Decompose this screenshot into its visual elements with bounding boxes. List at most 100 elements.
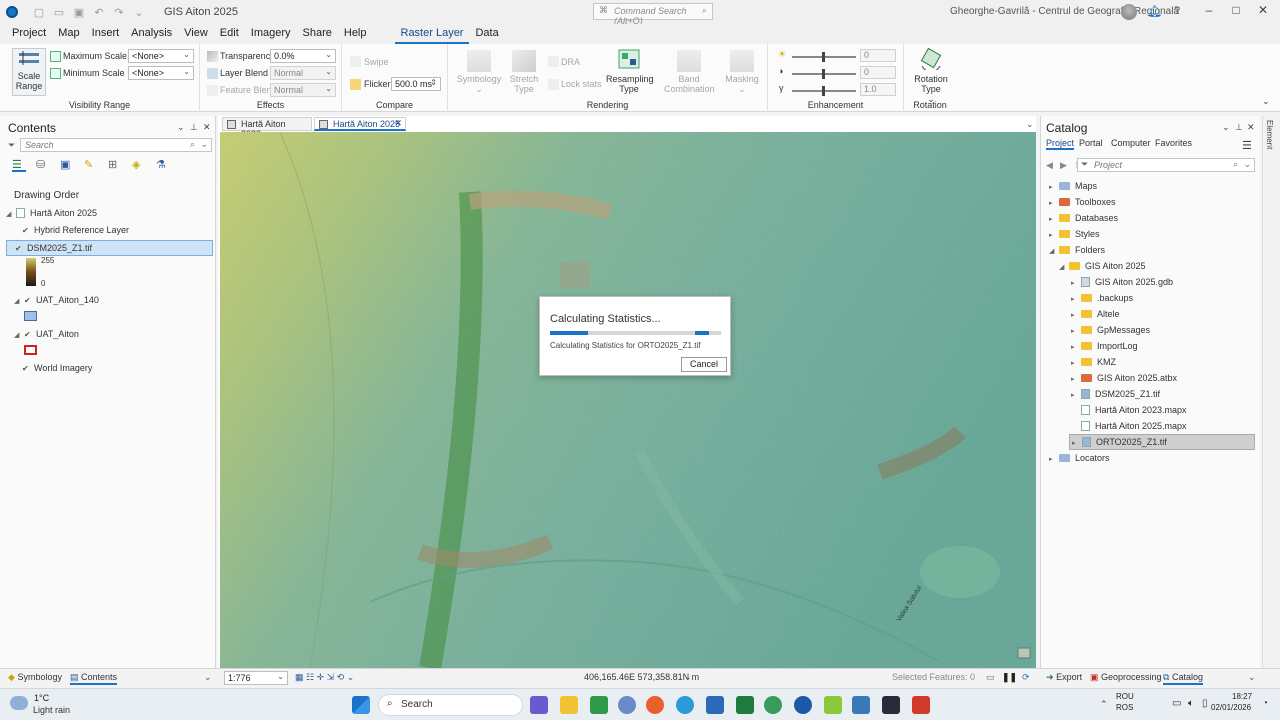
pin-icon[interactable]: ⊥ [190, 122, 198, 133]
transparency-input[interactable]: 0.0% ⌄ [270, 49, 336, 63]
catalog-item-toolboxes[interactable]: ▸ Toolboxes [1049, 197, 1116, 207]
show-hidden-icons[interactable]: ⌃ [1100, 699, 1108, 710]
filter-icon[interactable]: ⏷ [8, 140, 15, 151]
export-pane-tab[interactable]: ➜ Export [1046, 672, 1082, 683]
start-button-icon[interactable] [352, 696, 370, 714]
refresh-icon[interactable]: ⟳ [1022, 672, 1030, 683]
undo-icon[interactable]: ↶ [92, 6, 106, 19]
close-button[interactable]: ✕ [1253, 3, 1273, 17]
resampling-type-button[interactable]: Resampling Type [606, 48, 654, 94]
dra-button[interactable]: DRA [561, 57, 580, 67]
rotation-type-button[interactable]: Rotation Type ⌄ [910, 47, 952, 104]
word-icon[interactable] [706, 696, 724, 714]
contrast-slider[interactable] [792, 69, 856, 79]
brightness-slider-handle[interactable] [822, 52, 825, 62]
feature-blend-dropdown[interactable]: Normal ⌄ [270, 83, 336, 97]
selected-features-count[interactable]: Selected Features: 0 [892, 672, 975, 682]
contents-search-input[interactable]: Search ⌕ ⌄ [20, 138, 212, 152]
visibility-checkbox[interactable]: ✔ [24, 297, 32, 305]
list-by-perspective-imagery-icon[interactable]: ⚗ [156, 158, 170, 172]
teams-icon[interactable] [530, 696, 548, 714]
visibility-checkbox[interactable]: ✔ [24, 331, 32, 339]
menu-view[interactable]: View [178, 24, 214, 44]
flicker-rate-input[interactable]: 500.0 ms ⇕ [391, 77, 441, 91]
expand-icon[interactable]: ▸ [1049, 231, 1057, 239]
catalog-item-gpmessages[interactable]: ▸ GpMessages [1071, 325, 1150, 335]
collapse-icon[interactable]: ◢ [1059, 263, 1067, 271]
contrast-input[interactable]: 0 [860, 66, 896, 79]
weather-description[interactable]: Light rain [33, 705, 70, 715]
catalog-pane-tab[interactable]: ⧉ Catalog [1163, 672, 1203, 685]
catalog-item-maps[interactable]: ▸ Maps [1049, 181, 1097, 191]
coordinate-units-dropdown-icon[interactable]: ⌄ [684, 672, 692, 683]
menu-analysis[interactable]: Analysis [125, 24, 178, 44]
expand-icon[interactable]: ▸ [1071, 311, 1079, 319]
collapse-ribbon-icon[interactable]: ⌄ [1262, 96, 1270, 107]
network-icon[interactable]: ▭ [1172, 698, 1181, 709]
catalog-item-gdb[interactable]: ▸ GIS Aiton 2025.gdb [1071, 277, 1173, 287]
file-explorer-icon[interactable] [560, 696, 578, 714]
map-overlay-icon[interactable] [1017, 647, 1031, 659]
app-icon[interactable] [590, 696, 608, 714]
catalog-item-importlog[interactable]: ▸ ImportLog [1071, 341, 1138, 351]
collapse-icon[interactable]: ◢ [14, 297, 22, 305]
volume-icon[interactable]: 🔈︎ [1188, 698, 1194, 709]
list-by-data-source-icon[interactable]: ⛁ [36, 158, 50, 172]
catalog-item-backups[interactable]: ▸ .backups [1071, 293, 1133, 303]
map-scale-dropdown[interactable]: 1:776 ⌄ [224, 671, 288, 685]
visibility-checkbox[interactable]: ✔ [22, 365, 30, 373]
visibility-checkbox[interactable]: ✔ [22, 227, 30, 235]
battery-icon[interactable]: ▯ [1202, 698, 1208, 709]
filter-icon[interactable]: ▭ [986, 672, 995, 683]
catalog-item-orto-selected[interactable]: ▸ ORTO2025_Z1.tif [1069, 434, 1255, 450]
pane-switcher-icon[interactable]: ⌄ [1248, 672, 1256, 683]
gamma-input[interactable]: 1.0 [860, 83, 896, 96]
list-by-snapping-icon[interactable]: ⊞ [108, 158, 122, 172]
contents-pane-tab[interactable]: ▤ Contents [70, 672, 118, 685]
close-pane-icon[interactable]: ✕ [203, 122, 211, 133]
app-icon[interactable] [618, 696, 636, 714]
redo-icon[interactable]: ↷ [112, 6, 126, 19]
catalog-item-altele[interactable]: ▸ Altele [1071, 309, 1120, 319]
expand-icon[interactable]: ▸ [1071, 295, 1079, 303]
expand-icon[interactable]: ▸ [1049, 199, 1057, 207]
search-options-icon[interactable]: ⌄ [200, 139, 208, 150]
swipe-button[interactable]: Swipe [364, 57, 389, 67]
search-options-icon[interactable]: ⌄ [1243, 159, 1251, 170]
catalog-item-styles[interactable]: ▸ Styles [1049, 229, 1100, 239]
app-icon[interactable] [912, 696, 930, 714]
terminal-icon[interactable] [882, 696, 900, 714]
menu-insert[interactable]: Insert [86, 24, 126, 44]
tab-map-2023[interactable]: Hartă Aiton 2023 [222, 117, 312, 139]
pause-drawing-icon[interactable]: ❚❚ [1002, 672, 1017, 683]
new-project-icon[interactable]: ▢ [32, 6, 46, 19]
maximize-button[interactable]: □ [1226, 3, 1246, 17]
close-pane-icon[interactable]: ✕ [1247, 122, 1255, 133]
contrast-slider-handle[interactable] [822, 69, 825, 79]
brightness-slider[interactable] [792, 52, 856, 62]
menu-data[interactable]: Data [469, 24, 504, 44]
save-icon[interactable]: ▣ [72, 6, 86, 19]
expand-icon[interactable]: ▸ [1049, 455, 1057, 463]
catalog-item-locators[interactable]: ▸ Locators [1049, 453, 1110, 463]
notifications-icon[interactable]: ◔ [1262, 698, 1268, 709]
tab-map-2025[interactable]: Hartă Aiton 2025 ✕ [314, 117, 406, 131]
menu-share[interactable]: Share [297, 24, 338, 44]
command-search-input[interactable]: ⌘ Command Search (Alt+Q) ⌕ [593, 3, 713, 26]
pane-options-icon[interactable]: ⌄ [1222, 122, 1230, 133]
tab-computer[interactable]: Computer [1111, 138, 1151, 148]
open-project-icon[interactable]: ▭ [52, 6, 66, 19]
catalog-menu-icon[interactable]: ☰ [1242, 139, 1252, 152]
close-tab-icon[interactable]: ✕ [394, 118, 402, 129]
layer-row[interactable]: ◢ ✔ UAT_Aiton_140 [14, 295, 99, 305]
menu-help[interactable]: Help [338, 24, 373, 44]
list-by-editing-icon[interactable]: ✎ [84, 158, 98, 172]
expand-icon[interactable]: ▸ [1071, 343, 1079, 351]
lock-stats-button[interactable]: Lock stats [561, 79, 602, 89]
brightness-input[interactable]: 0 [860, 49, 896, 62]
list-by-labeling-icon[interactable]: ◈ [132, 158, 146, 172]
scale-range-button[interactable]: Scale Range [12, 48, 46, 96]
expand-icon[interactable]: ▸ [1072, 439, 1080, 447]
keyboard-language[interactable]: ROU [1116, 692, 1134, 701]
polygon-symbol-icon[interactable] [24, 311, 37, 321]
